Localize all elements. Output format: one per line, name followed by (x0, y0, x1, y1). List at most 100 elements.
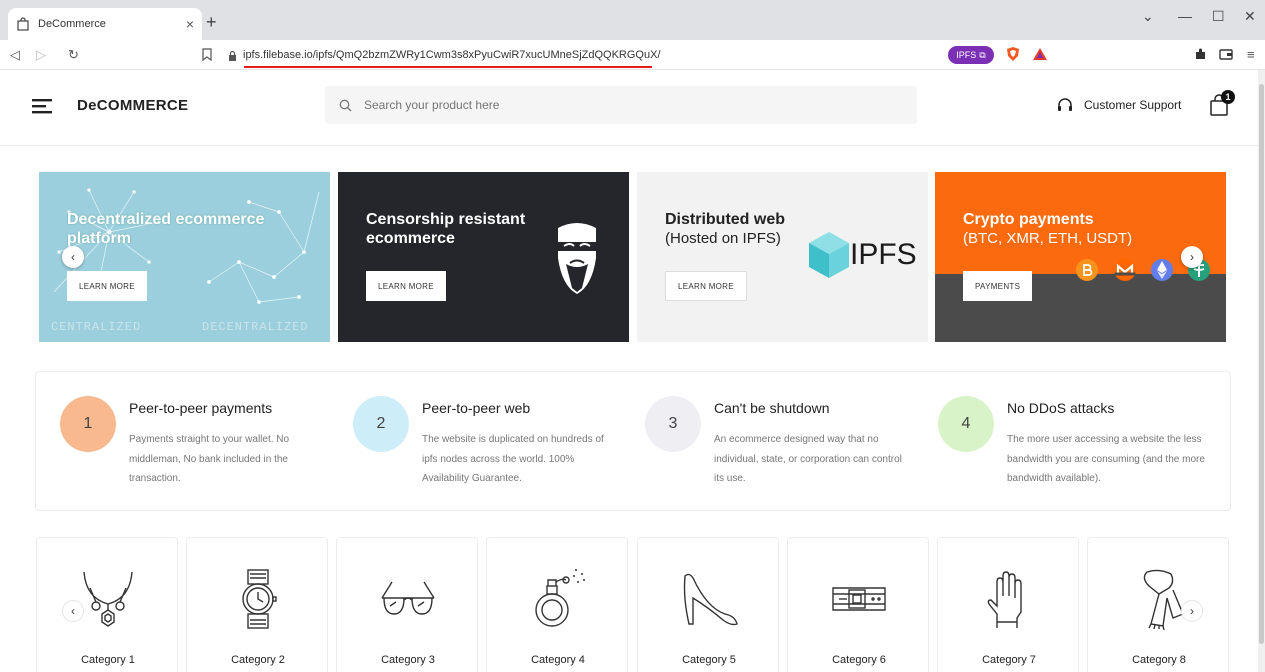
category-next-button[interactable]: › (1181, 600, 1203, 622)
feature-number-badge: 4 (938, 396, 994, 452)
search-input[interactable] (364, 98, 864, 112)
category-name: Category 2 (231, 654, 285, 666)
banner-4-title: Crypto payments (963, 211, 1094, 228)
tab-close-icon[interactable]: × (186, 16, 194, 32)
extensions-icon[interactable] (1193, 46, 1209, 62)
maximize-button[interactable]: ☐ (1212, 8, 1225, 25)
ipfs-logo-text: IPFS (850, 238, 917, 271)
close-window-button[interactable]: ✕ (1244, 8, 1256, 25)
bookmark-icon[interactable] (202, 48, 212, 61)
shopping-bag-icon (17, 17, 29, 31)
features-panel: 1 Peer-to-peer payments Payments straigh… (35, 371, 1231, 511)
brave-rewards-icon[interactable] (1032, 46, 1048, 62)
cart-count-badge: 1 (1221, 90, 1235, 104)
feature-item: 1 Peer-to-peer payments Payments straigh… (60, 396, 340, 496)
banner-distributed-web[interactable]: Distributed web (Hosted on IPFS) LEARN M… (637, 172, 928, 342)
feature-number-badge: 3 (645, 396, 701, 452)
reload-icon[interactable]: ↻ (68, 47, 79, 63)
site-header: DeCOMMERCE Customer Support 1 (0, 70, 1258, 146)
perfume-icon (535, 569, 585, 627)
feature-title: No DDoS attacks (1007, 400, 1115, 416)
banner-3-subtitle: (Hosted on IPFS) (665, 230, 781, 247)
forward-icon[interactable]: ▷ (36, 47, 46, 63)
back-icon[interactable]: ◁ (10, 47, 20, 63)
brave-shield-icon[interactable] (1005, 46, 1021, 62)
browser-toolbar: ◁ ▷ ↻ ipfs.filebase.io/ipfs/QmQ2bzmZWRy1… (0, 40, 1265, 70)
feature-title: Can't be shutdown (714, 400, 830, 416)
url-text: ipfs.filebase.io/ipfs/QmQ2bzmZWRy1Cwm3s8… (243, 49, 661, 61)
feature-description: An ecommerce designed way that no indivi… (714, 434, 902, 484)
page-scrollbar[interactable] (1258, 70, 1265, 672)
belt-icon (832, 587, 886, 611)
customer-support-link[interactable]: Customer Support (1056, 96, 1181, 114)
tab-title: DeCommerce (38, 18, 106, 30)
category-name: Category 3 (381, 654, 435, 666)
scrollbar-thumb[interactable] (1259, 84, 1264, 644)
ipfs-cube-icon (809, 232, 849, 278)
browser-menu-icon[interactable]: ≡ (1247, 47, 1255, 62)
customer-support-label: Customer Support (1084, 98, 1182, 112)
category-name: Category 6 (832, 654, 886, 666)
banner-3-learn-more-button[interactable]: LEARN MORE (665, 271, 747, 301)
feature-title: Peer-to-peer web (422, 400, 531, 416)
category-card-4[interactable]: Category 4 (486, 537, 628, 672)
headset-icon (1058, 98, 1072, 111)
browser-tab[interactable]: DeCommerce × (8, 8, 202, 40)
necklace-icon (83, 571, 133, 627)
feature-description: The website is duplicated on hundreds of… (422, 434, 604, 484)
wallet-icon[interactable] (1218, 46, 1234, 62)
hamburger-menu-icon[interactable] (32, 98, 52, 114)
gloves-icon (987, 571, 1022, 628)
banner-4-payments-button[interactable]: PAYMENTS (963, 271, 1033, 301)
new-tab-button[interactable]: + (206, 12, 217, 33)
category-name: Category 4 (531, 654, 585, 666)
feature-item: 2 Peer-to-peer web The website is duplic… (353, 396, 633, 496)
banner-decentralized[interactable]: Decentralized ecommerce platform LEARN M… (39, 172, 330, 342)
carousel-prev-button[interactable]: ‹ (62, 246, 84, 268)
banner-1-learn-more-button[interactable]: LEARN MORE (67, 271, 147, 301)
carousel-next-button[interactable]: › (1181, 246, 1203, 268)
feature-number-badge: 1 (60, 396, 116, 452)
banner-4-subtitle: (BTC, XMR, ETH, USDT) (963, 230, 1133, 247)
feature-description: The more user accessing a website the le… (1007, 434, 1205, 484)
category-card-8[interactable]: Category 8 (1087, 537, 1229, 672)
external-link-icon: ⧉ (979, 49, 986, 60)
search-bar[interactable] (325, 86, 917, 124)
sunglasses-icon (381, 581, 435, 615)
search-icon (339, 99, 352, 111)
category-card-6[interactable]: Category 6 (787, 537, 929, 672)
category-name: Category 1 (81, 654, 135, 666)
browser-tab-bar: DeCommerce × + ⌄ — ☐ ✕ (0, 0, 1265, 40)
ethereum-icon (1151, 259, 1173, 281)
category-prev-button[interactable]: ‹ (62, 600, 84, 622)
category-name: Category 8 (1132, 654, 1186, 666)
ipfs-extension-badge[interactable]: IPFS ⧉ (948, 46, 994, 64)
banner-2-learn-more-button[interactable]: LEARN MORE (366, 271, 446, 301)
url-highlight-underline (244, 66, 652, 68)
feature-item: 3 Can't be shutdown An ecommerce designe… (645, 396, 925, 496)
category-card-3[interactable]: Category 3 (336, 537, 478, 672)
banner-censorship[interactable]: Censorship resistant ecommerce LEARN MOR… (338, 172, 629, 342)
tab-search-chevron-icon[interactable]: ⌄ (1142, 8, 1154, 25)
banner-3-title: Distributed web (665, 211, 786, 228)
category-card-7[interactable]: Category 7 (937, 537, 1079, 672)
feature-item: 4 No DDoS attacks The more user accessin… (938, 396, 1218, 496)
category-name: Category 5 (682, 654, 736, 666)
category-name: Category 7 (982, 654, 1036, 666)
address-bar[interactable]: ipfs.filebase.io/ipfs/QmQ2bzmZWRy1Cwm3s8… (228, 45, 948, 65)
anonymous-mask-icon (554, 223, 600, 294)
scarf-icon (1143, 569, 1184, 630)
high-heel-icon (683, 573, 738, 626)
watch-icon (242, 569, 277, 629)
brand-logo[interactable]: DeCOMMERCE (77, 97, 188, 114)
category-card-2[interactable]: Category 2 (186, 537, 328, 672)
lock-icon (229, 50, 236, 61)
feature-number-badge: 2 (353, 396, 409, 452)
banner-crypto-payments[interactable]: Crypto payments (BTC, XMR, ETH, USDT) PA… (935, 172, 1226, 342)
feature-description: Payments straight to your wallet. No mid… (129, 434, 290, 484)
category-card-5[interactable]: Category 5 (637, 537, 779, 672)
banner-1-title: Decentralized ecommerce platform (67, 211, 265, 247)
category-card-1[interactable]: Category 1 (36, 537, 178, 672)
minimize-button[interactable]: — (1178, 8, 1192, 24)
banner-1-watermark-left: CENTRALIZED (51, 320, 142, 334)
